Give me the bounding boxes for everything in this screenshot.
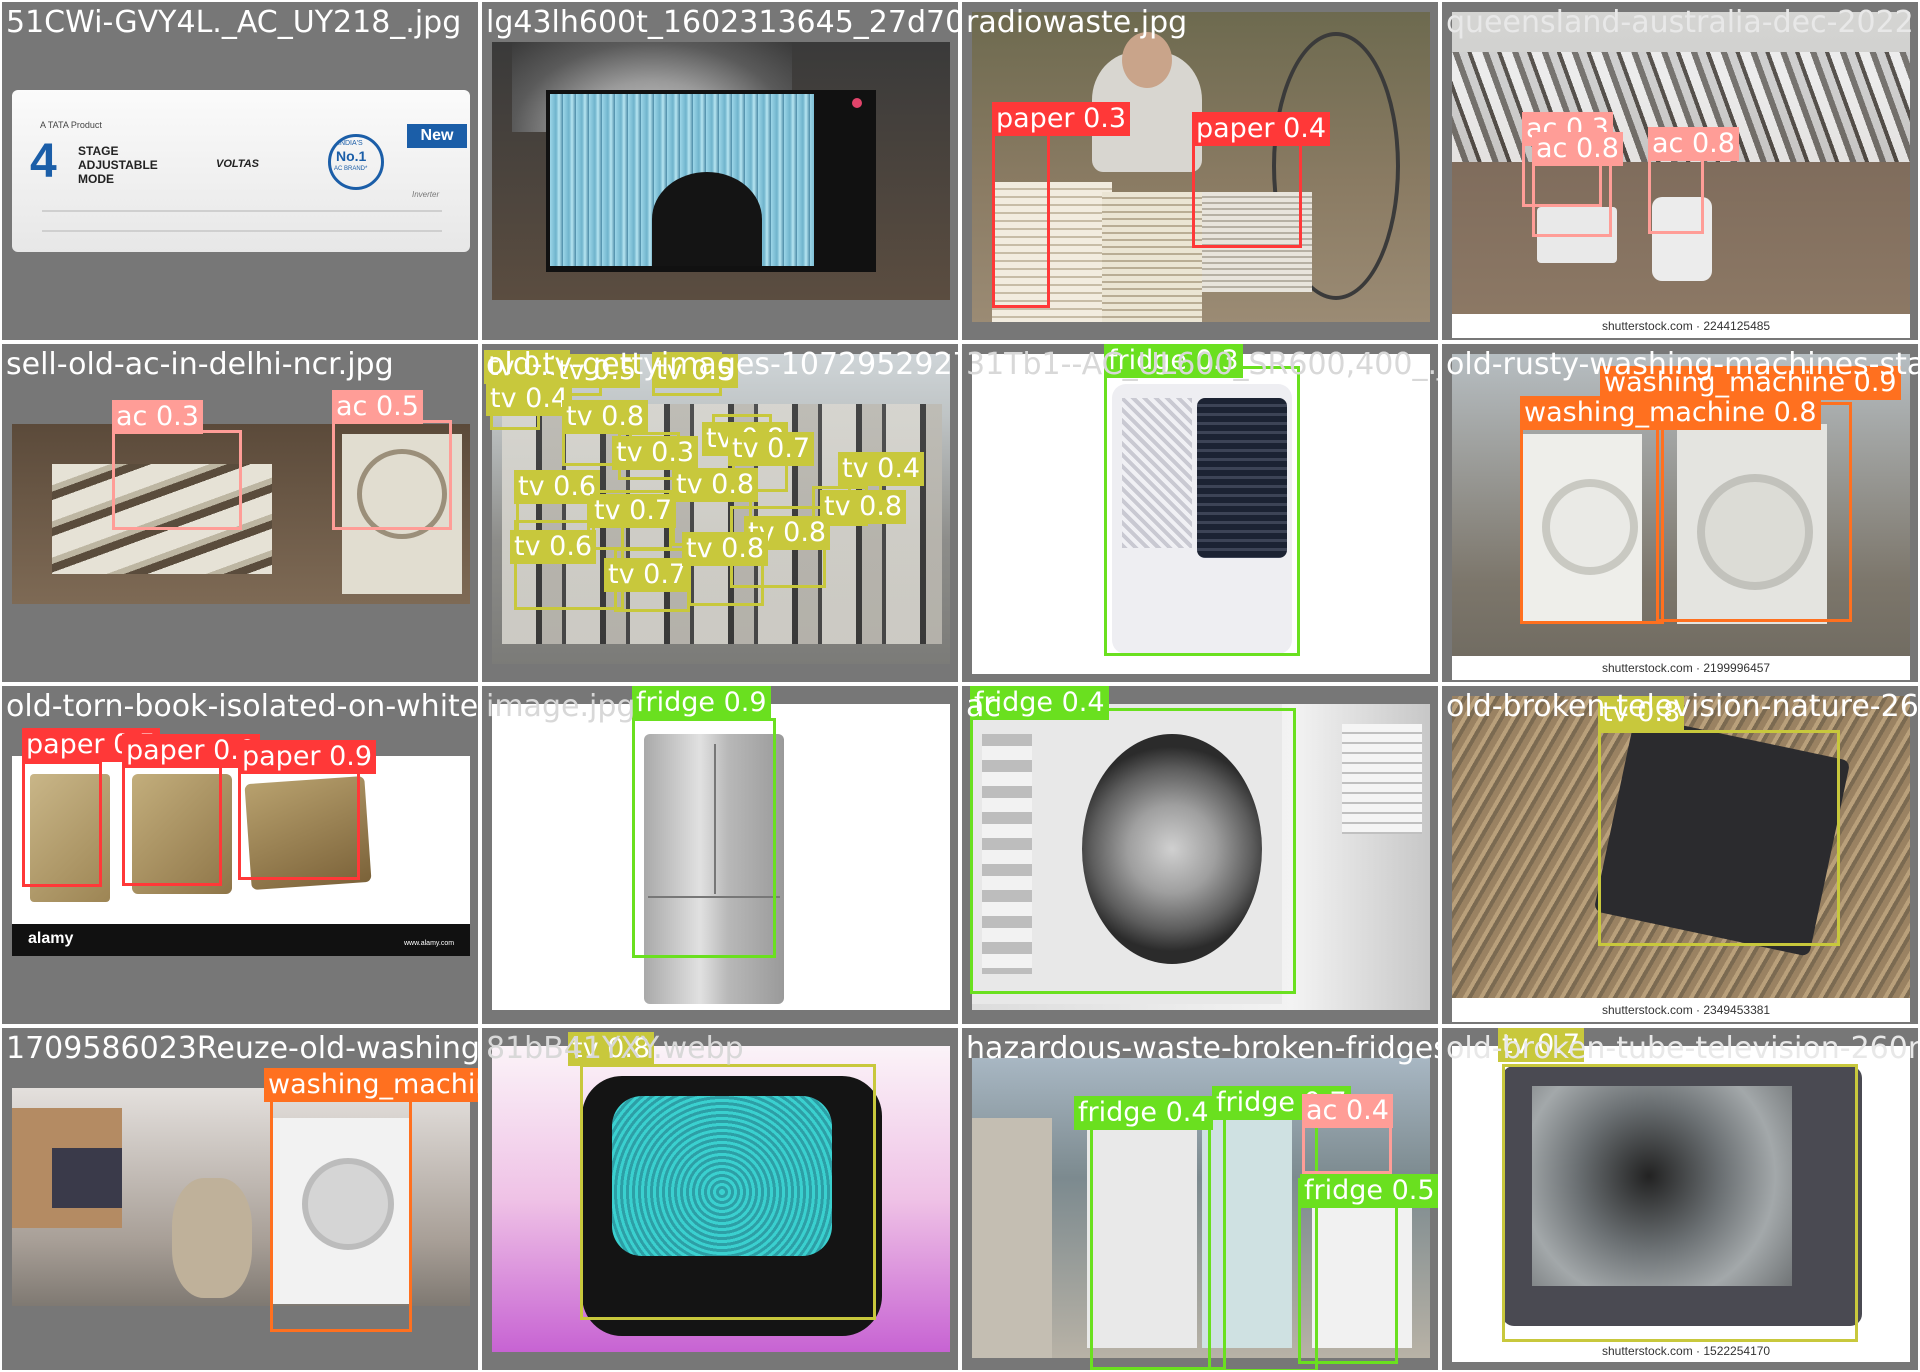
tile-filename: old-tv-gettyimages-1072952927-5946 [486, 347, 958, 382]
detection-label: ac 0.5 [332, 390, 423, 424]
tile-15: shutterstock.com · 1522254170 old-broken… [1442, 1028, 1918, 1370]
detection-label: fridge 0.4 [1074, 1096, 1213, 1130]
tile-10: ac fridge 0.4 [962, 686, 1438, 1024]
detection-label: ac 0.8 [1532, 132, 1623, 166]
detection-label: tv 0.7 [728, 432, 815, 466]
award-text-3: AC BRAND* [334, 166, 368, 172]
detection-label: tv 0.6 [510, 530, 597, 564]
tile-filename: lg43lh600t_1602313645_27d700a_original-3… [486, 5, 958, 40]
tile-1: lg43lh600t_1602313645_27d700a_original-3… [482, 2, 958, 340]
watermark: shutterstock.com · 2199996457 [1602, 661, 1771, 675]
tile-14: hazardous-waste-broken-fridges-1598 frid… [962, 1028, 1438, 1370]
detection-box [970, 708, 1296, 994]
tile-5: old-tv-gettyimages-1072952927-5946 tv 0.… [482, 344, 958, 682]
detection-box [1648, 152, 1704, 234]
tile-2: radiowaste.jpg paper 0.3 paper 0.4 [962, 2, 1438, 340]
watermark: shutterstock.com · 2244125485 [1602, 319, 1771, 333]
detection-box [22, 761, 102, 887]
tile-filename: queensland-australia-dec-2022 [1446, 5, 1914, 40]
tile-filename: ac [966, 689, 1001, 724]
detection-label: tv 0.8 [562, 400, 649, 434]
detection-label: washing_machine 0.8 [1520, 396, 1821, 430]
photo-broken-monitor [492, 42, 950, 300]
new-badge: New [407, 124, 467, 148]
brand-logo: alamy [28, 930, 74, 947]
detection-box [1656, 402, 1852, 622]
detection-box [1192, 142, 1302, 248]
stage-text: STAGE [78, 144, 119, 158]
tile-filename: old-torn-book-isolated-on-white-backgrou… [6, 689, 478, 724]
detection-box [112, 430, 242, 530]
tile-filename: 31Tb1--AC_UL600_SR600,400_.jpg [966, 347, 1438, 382]
detection-box [1090, 1104, 1226, 1370]
tile-filename: old-broken-television-nature-260nw [1446, 689, 1918, 724]
tile-filename: image.jpg [486, 689, 636, 724]
photo-ac-product: A TATA Product 4 STAGE ADJUSTABLE MODE V… [12, 90, 470, 252]
detection-label: tv 0.6 [514, 470, 601, 504]
tile-6: 31Tb1--AC_UL600_SR600,400_.jpg fridge 0.… [962, 344, 1438, 682]
detection-label: tv 0.7 [590, 494, 677, 528]
detection-box [1502, 1064, 1858, 1342]
detection-label: paper 0.3 [992, 102, 1131, 136]
tile-0: A TATA Product 4 STAGE ADJUSTABLE MODE V… [2, 2, 478, 340]
detection-label: ac 0.3 [112, 400, 203, 434]
mode-text: MODE [78, 172, 114, 186]
award-text-2: No.1 [336, 148, 367, 164]
detection-label: tv 0.7 [604, 558, 691, 592]
stage-number: 4 [30, 135, 57, 188]
inverter-text: Inverter [412, 190, 440, 199]
detection-label: paper 0.9 [238, 740, 377, 774]
detection-label: tv 0.8 [682, 532, 769, 566]
detection-box [122, 760, 222, 886]
detection-box [992, 132, 1050, 308]
watermark: shutterstock.com · 2349453381 [1602, 1003, 1771, 1017]
tile-filename: 51CWi-GVY4L._AC_UY218_.jpg [6, 5, 462, 40]
detection-label: fridge 0.9 [632, 686, 771, 720]
tile-filename: old-broken-tube-television-260nw [1446, 1031, 1918, 1066]
detection-box [632, 718, 776, 958]
detection-label: paper 0.4 [1192, 112, 1331, 146]
detection-grid: A TATA Product 4 STAGE ADJUSTABLE MODE V… [0, 0, 1920, 1372]
detection-label: ac 0.4 [1302, 1094, 1393, 1128]
detection-label: fridge 0.5 [1300, 1174, 1438, 1208]
detection-label: tv 0.8 [672, 468, 759, 502]
tile-filename: sell-old-ac-in-delhi-ncr.jpg [6, 347, 394, 382]
brand-top-text: A TATA Product [40, 120, 102, 130]
detection-label: tv 0.4 [486, 382, 573, 416]
tile-4: sell-old-ac-in-delhi-ncr.jpg ac 0.3 ac 0.… [2, 344, 478, 682]
detection-box [238, 770, 360, 880]
tile-3: shutterstock.com · 2244125485 queensland… [1442, 2, 1918, 340]
tile-9: image.jpg fridge 0.9 [482, 686, 958, 1024]
detection-box [1598, 730, 1840, 946]
detection-label: ac 0.8 [1648, 127, 1739, 161]
detection-label: tv 0.4 [838, 452, 925, 486]
tile-7: shutterstock.com · 2199996457 old-rusty-… [1442, 344, 1918, 682]
watermark: shutterstock.com · 1522254170 [1602, 1344, 1771, 1358]
tile-filename: old-rusty-washing-machines-stand [1446, 347, 1918, 382]
detection-box [580, 1064, 876, 1320]
detection-box [1532, 157, 1612, 237]
detection-label: washing_machine 0.9 [264, 1068, 478, 1102]
adjustable-text: ADJUSTABLE [78, 158, 158, 172]
detection-label: tv 0.8 [820, 490, 907, 524]
detection-box [1104, 366, 1300, 656]
detection-label: tv 0.3 [612, 436, 699, 470]
tile-filename: hazardous-waste-broken-fridges-1598 [966, 1031, 1438, 1066]
tile-12: 1709586023Reuze-old-washing-machine wash… [2, 1028, 478, 1370]
tile-filename: 1709586023Reuze-old-washing-machine [6, 1031, 478, 1066]
tile-11: shutterstock.com · 2349453381 old-broken… [1442, 686, 1918, 1024]
detection-box [1520, 426, 1664, 624]
tile-filename: radiowaste.jpg [966, 5, 1188, 40]
brand-logo: VOLTAS [216, 158, 259, 170]
detection-box [270, 1090, 412, 1332]
tile-filename: 81bB41YXY.webp [486, 1031, 744, 1066]
brand-url: www.alamy.com [404, 940, 455, 947]
tile-13: 81bB41YXY.webp tv 0.8 [482, 1028, 958, 1370]
tile-8: alamy www.alamy.com old-torn-book-isolat… [2, 686, 478, 1024]
detection-box [332, 420, 452, 530]
award-text-1: INDIA'S [338, 140, 363, 147]
